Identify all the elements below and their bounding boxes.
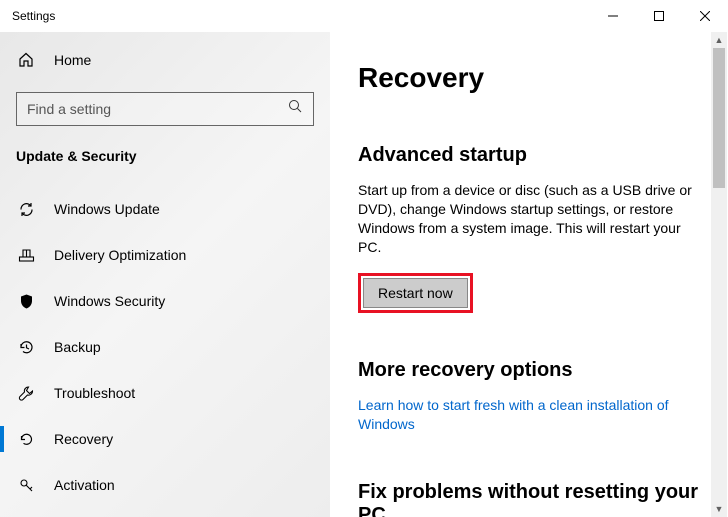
fresh-install-link[interactable]: Learn how to start fresh with a clean in… — [358, 396, 700, 435]
sidebar-item-troubleshoot[interactable]: Troubleshoot — [0, 370, 314, 416]
restart-now-button[interactable]: Restart now — [363, 278, 468, 308]
sidebar-item-windows-update[interactable]: Windows Update — [0, 186, 314, 232]
main-content: Recovery Advanced startup Start up from … — [330, 32, 728, 517]
search-box[interactable] — [16, 92, 314, 126]
sidebar-item-label: Activation — [54, 477, 115, 493]
sidebar-item-activation[interactable]: Activation — [0, 462, 314, 508]
sidebar-item-label: Troubleshoot — [54, 385, 135, 401]
window-caption — [590, 0, 728, 32]
sync-icon — [16, 201, 36, 218]
advanced-startup-text: Start up from a device or disc (such as … — [358, 181, 700, 257]
home-label: Home — [54, 52, 91, 68]
wrench-icon — [16, 385, 36, 402]
home-icon — [16, 52, 36, 68]
advanced-startup-heading: Advanced startup — [358, 144, 700, 167]
sidebar-item-label: Windows Security — [54, 293, 165, 309]
scrollbar[interactable]: ▲ ▼ — [711, 32, 727, 517]
sidebar-item-recovery[interactable]: Recovery — [0, 416, 314, 462]
sidebar-item-delivery-optimization[interactable]: Delivery Optimization — [0, 232, 314, 278]
more-recovery-heading: More recovery options — [358, 359, 700, 382]
maximize-button[interactable] — [636, 0, 682, 32]
sidebar-item-backup[interactable]: Backup — [0, 324, 314, 370]
home-link[interactable]: Home — [16, 40, 314, 80]
sidebar-item-label: Delivery Optimization — [54, 247, 186, 263]
key-icon — [16, 477, 36, 494]
history-icon — [16, 339, 36, 356]
sidebar-item-windows-security[interactable]: Windows Security — [0, 278, 314, 324]
category-title: Update & Security — [16, 148, 314, 164]
shield-icon — [16, 293, 36, 310]
scroll-up-icon[interactable]: ▲ — [711, 32, 727, 48]
annotation-highlight: Restart now — [358, 273, 473, 313]
search-input[interactable] — [17, 93, 313, 125]
sidebar-item-label: Windows Update — [54, 201, 160, 217]
fix-problems-heading: Fix problems without resetting your PC — [358, 481, 700, 517]
scroll-thumb[interactable] — [713, 48, 725, 188]
scroll-down-icon[interactable]: ▼ — [711, 501, 727, 517]
close-button[interactable] — [682, 0, 728, 32]
page-title: Recovery — [358, 62, 700, 94]
sidebar-item-label: Backup — [54, 339, 101, 355]
delivery-icon — [16, 247, 36, 264]
search-icon — [288, 99, 303, 119]
sidebar-item-label: Recovery — [54, 431, 113, 447]
recovery-icon — [16, 431, 36, 448]
minimize-button[interactable] — [590, 0, 636, 32]
window-title: Settings — [12, 9, 55, 23]
sidebar: Home Update & Security Windows Update De… — [0, 32, 330, 517]
